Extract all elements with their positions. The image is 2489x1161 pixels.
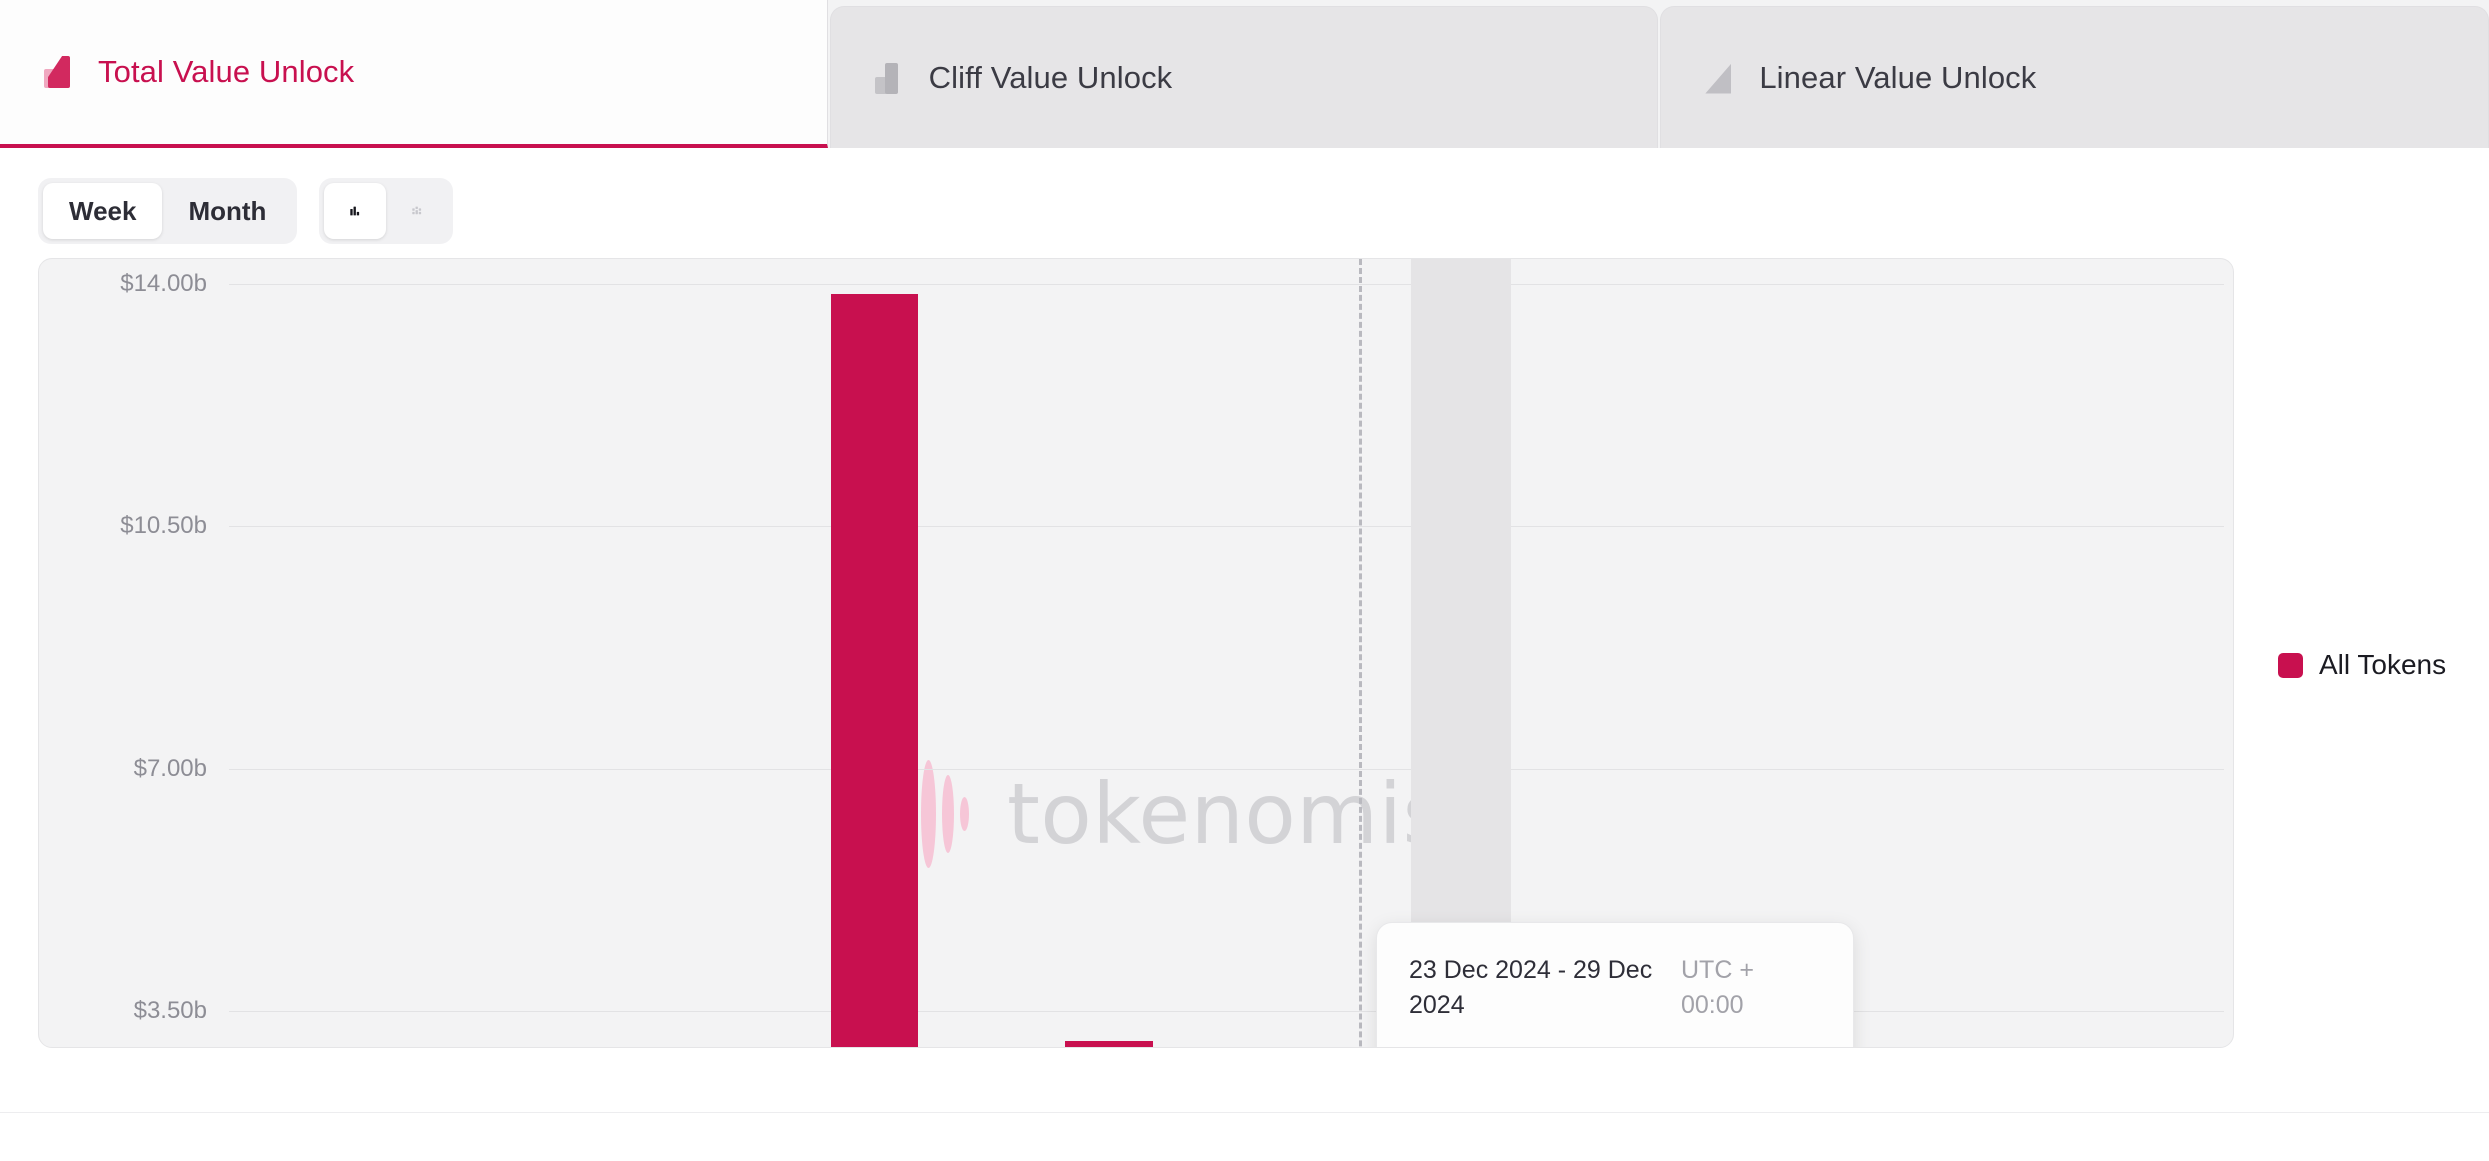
interval-month-button[interactable]: Month xyxy=(162,183,292,239)
total-value-unlock-icon xyxy=(42,56,72,88)
chart-controls: Week Month xyxy=(0,148,2489,244)
chart-card: tokenomist $14.00b$10.50b$7.00b$3.50b$0.… xyxy=(38,258,2234,1048)
plot-area: $14.00b$10.50b$7.00b$3.50b$0.00 xyxy=(120,259,2224,1047)
tab-cliff-value-unlock[interactable]: Cliff Value Unlock xyxy=(829,6,1659,148)
legend-label-all-tokens[interactable]: All Tokens xyxy=(2319,649,2446,681)
interval-segmented-control: Week Month xyxy=(38,178,298,244)
y-axis-tick-label: $14.00b xyxy=(120,270,207,297)
grouped-dots-chart-icon xyxy=(412,206,422,215)
y-axis-tick-label: $3.50b xyxy=(133,996,207,1024)
bar[interactable] xyxy=(1065,1040,1153,1047)
bar[interactable] xyxy=(830,294,919,1047)
chart-section: tokenomist $14.00b$10.50b$7.00b$3.50b$0.… xyxy=(0,244,2489,1048)
tab-label: Linear Value Unlock xyxy=(1759,59,2037,95)
chart-style-segmented-control xyxy=(319,178,454,244)
tab-label: Total Value Unlock xyxy=(98,54,355,89)
grouped-chart-view-button[interactable] xyxy=(386,183,448,239)
bar-series-all-tokens xyxy=(229,284,2224,1047)
tooltip-date-range: 23 Dec 2024 - 29 Dec 2024 xyxy=(1409,956,1653,1019)
chart-legend: All Tokens xyxy=(2278,282,2446,1048)
interval-week-button[interactable]: Week xyxy=(43,183,163,239)
footer-divider xyxy=(0,1112,2489,1113)
tab-label: Cliff Value Unlock xyxy=(928,59,1173,95)
bar-chart-icon xyxy=(350,206,360,216)
cliff-value-unlock-icon xyxy=(873,62,903,94)
tab-bar: Total Value Unlock Cliff Value Unlock Li… xyxy=(0,0,2489,148)
tooltip-timezone: UTC + 00:00 xyxy=(1681,956,1754,1019)
tab-total-value-unlock[interactable]: Total Value Unlock xyxy=(0,0,828,148)
legend-swatch-all-tokens xyxy=(2278,652,2303,678)
y-axis-tick-label: $7.00b xyxy=(133,754,207,782)
bar-chart-view-button[interactable] xyxy=(324,183,387,239)
linear-value-unlock-icon xyxy=(1703,62,1733,94)
y-axis-tick-label: $10.50b xyxy=(120,512,207,540)
tab-linear-value-unlock[interactable]: Linear Value Unlock xyxy=(1660,6,2489,148)
chart-tooltip: 23 Dec 2024 - 29 Dec 2024 UTC + 00:00 To… xyxy=(1376,922,1854,1047)
